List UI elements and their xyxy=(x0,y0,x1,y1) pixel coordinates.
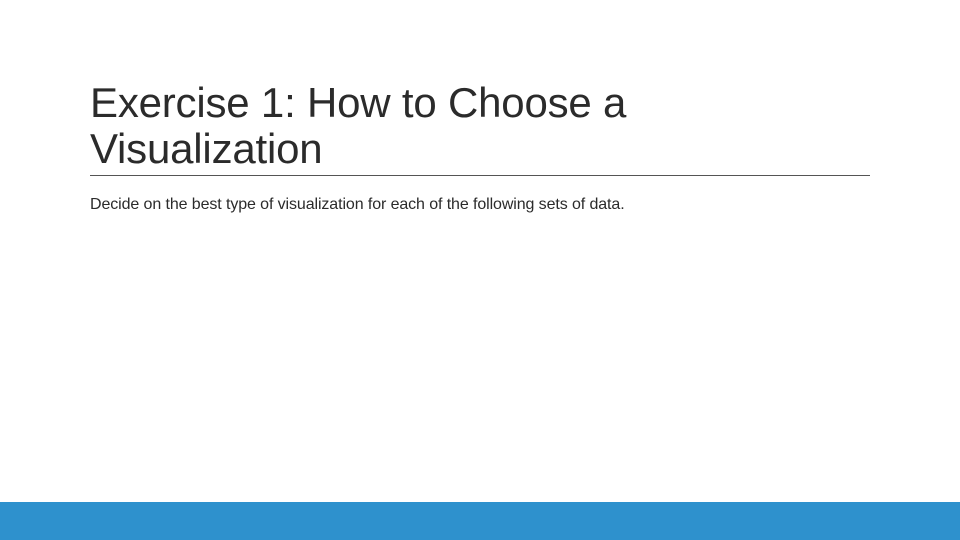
slide-body-text: Decide on the best type of visualization… xyxy=(90,194,870,216)
footer-accent-bar xyxy=(0,502,960,540)
slide: Exercise 1: How to Choose a Visualizatio… xyxy=(0,0,960,540)
slide-title: Exercise 1: How to Choose a Visualizatio… xyxy=(90,80,870,176)
